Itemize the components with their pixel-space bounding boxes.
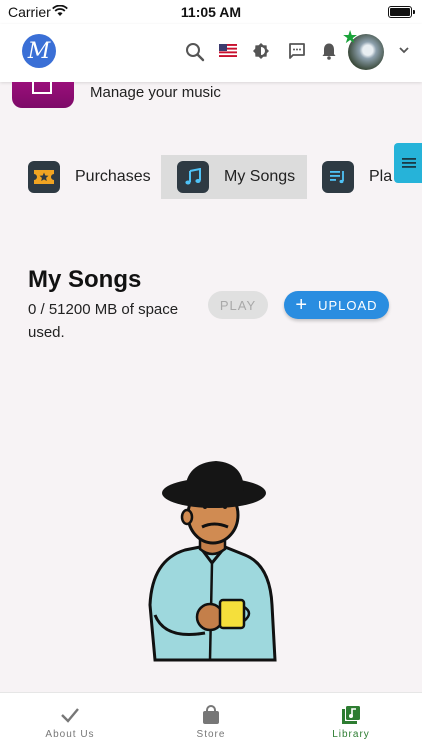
nav-about-us[interactable]: About Us: [0, 693, 140, 751]
app-logo[interactable]: M: [16, 28, 62, 74]
star-badge-icon: ★: [342, 27, 359, 47]
upload-button[interactable]: + UPLOAD: [284, 291, 389, 319]
music-note-icon: [177, 161, 209, 193]
play-button[interactable]: PLAY: [208, 291, 268, 319]
clock: 11:05 AM: [180, 4, 242, 20]
shopping-bag-icon: [203, 705, 219, 724]
nav-label: Store: [196, 729, 226, 740]
chat-icon[interactable]: [288, 42, 306, 60]
library-music-icon: [342, 706, 360, 724]
tab-playlists[interactable]: Pla: [322, 155, 392, 199]
library-tabs: Purchases My Songs Pla: [0, 155, 422, 199]
search-icon[interactable]: [185, 42, 205, 62]
bottom-navigation: About Us Store Library: [0, 692, 422, 751]
playlist-icon: [322, 161, 354, 193]
us-flag-icon[interactable]: [219, 44, 237, 57]
manage-music-label: Manage your music: [90, 84, 221, 101]
app-bar: M ★: [0, 24, 422, 82]
tab-label: Pla: [369, 168, 393, 185]
storage-usage-text: 0 / 51200 MB of space used.: [28, 301, 179, 341]
nav-store[interactable]: Store: [141, 693, 281, 751]
manage-music-banner-icon[interactable]: [12, 82, 74, 108]
tab-label: Purchases: [75, 168, 151, 185]
upload-button-label: UPLOAD: [318, 297, 378, 313]
plus-icon: +: [295, 294, 309, 316]
status-bar: Carrier 11:05 AM: [0, 0, 422, 24]
logo-letter: M: [22, 34, 56, 68]
play-button-label: PLAY: [219, 297, 257, 313]
tab-label: My Songs: [224, 168, 296, 185]
empty-state-illustration: [148, 461, 277, 662]
nav-label: About Us: [45, 729, 95, 740]
check-icon: [61, 708, 79, 723]
brightness-icon[interactable]: [252, 42, 270, 60]
battery-icon: [388, 6, 415, 18]
ticket-star-icon: [28, 161, 60, 193]
bell-icon[interactable]: [321, 42, 337, 60]
tab-purchases[interactable]: Purchases: [28, 155, 151, 199]
nav-library[interactable]: Library: [281, 693, 421, 751]
nav-label: Library: [332, 729, 370, 740]
page-title: My Songs: [28, 266, 142, 293]
chevron-down-icon[interactable]: [398, 46, 410, 54]
tab-my-songs[interactable]: My Songs: [161, 155, 307, 199]
